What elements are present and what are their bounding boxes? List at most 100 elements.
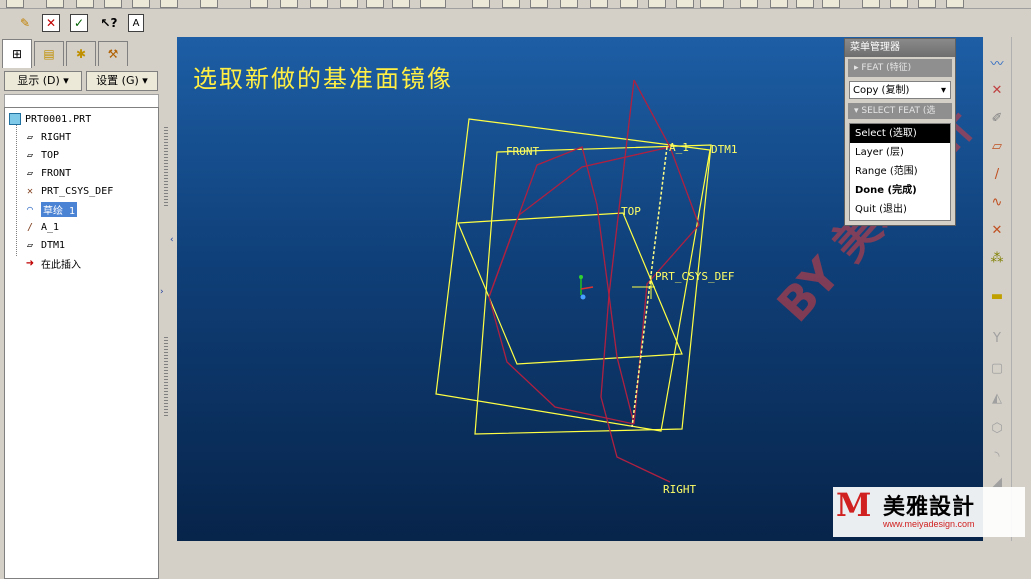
menu-section-feat-label: FEAT (特征) [861,63,912,73]
collapse-arrow-icon[interactable]: › [160,287,164,297]
datum-axis-icon[interactable]: / [986,163,1008,185]
tree-item-label: 在此插入 [41,259,81,271]
tree-item-right[interactable]: ▱ RIGHT [23,128,71,146]
copy-dropdown[interactable]: Copy (复制) ▾ [849,81,951,99]
datum-point-icon[interactable]: ⁂ [986,247,1008,269]
menu-item-layer[interactable]: Layer (层) [850,143,950,162]
toolbar-button[interactable] [392,0,410,8]
toolbar-button[interactable] [472,0,490,8]
toolbar-button[interactable] [132,0,150,8]
settings-menu-label: 设置 (G) [96,74,139,87]
tree-item-front[interactable]: ▱ FRONT [23,164,71,182]
tab-favorites[interactable]: ✱ [66,41,96,66]
sketch-icon[interactable]: ✎ [14,12,36,34]
shell-icon[interactable]: ▢ [986,357,1008,379]
toolbar-button[interactable] [740,0,758,8]
menu-item-quit[interactable]: Quit (退出) [850,200,950,219]
toolbar-button[interactable] [620,0,638,8]
tree-item-label: DTM1 [41,239,66,251]
datum-display-icon[interactable]: 〰 [986,51,1008,73]
tree-item-axis[interactable]: / A_1 [23,218,59,236]
toolbar-button[interactable] [530,0,548,8]
tree-item-label: TOP [41,149,60,161]
toolbar-button[interactable] [918,0,936,8]
text-icon[interactable]: A [128,14,144,32]
plane-icon: ▱ [26,149,34,161]
rib-icon[interactable]: ⬡ [986,417,1008,439]
folder-icon: ▤ [43,47,55,61]
menu-section-feat[interactable]: ▸ FEAT (特征) [848,59,952,77]
site-logo: M 美雅設計 www.meiyadesign.com [833,487,1025,537]
settings-menu[interactable]: 设置 (G) ▾ [86,71,158,91]
connections-icon: ⚒ [107,47,119,61]
mirror-curve[interactable] [488,146,671,298]
toolbar-button[interactable] [366,0,384,8]
tree-item-csys[interactable]: ✕ PRT_CSYS_DEF [23,182,113,200]
menu-item-done[interactable]: Done (完成) [850,181,950,200]
draft-icon[interactable]: ◭ [986,387,1008,409]
logo-text: 美雅設計 [883,495,976,520]
toolbar-button[interactable] [890,0,908,8]
toolbar-button[interactable] [160,0,178,8]
toolbar-button[interactable] [280,0,298,8]
panel-tabs: ⊞ ▤ ✱ ⚒ [0,39,160,68]
folder-icon[interactable]: ▬ [986,285,1008,307]
toolbar-button[interactable] [420,0,446,8]
tab-folder[interactable]: ▤ [34,41,64,66]
toolbar-button[interactable] [648,0,666,8]
tree-filter-bar[interactable] [4,94,159,108]
toolbar-button[interactable] [76,0,94,8]
delete-icon[interactable]: ✕ [42,14,60,32]
toolbar-button[interactable] [340,0,358,8]
toolbar-button[interactable] [862,0,880,8]
toolbar-button[interactable] [822,0,840,8]
toolbar-button[interactable] [200,0,218,8]
menu-item-select[interactable]: Select (选取) [850,124,950,143]
model-tree: PRT0001.PRT ▱ RIGHT ▱ TOP ▱ FRONT ✕ PRT_… [4,107,159,579]
tab-model-tree[interactable]: ⊞ [2,39,32,68]
tree-item-dtm1[interactable]: ▱ DTM1 [23,236,65,254]
datum-csys-icon[interactable]: ✕ [986,219,1008,241]
menu-section-select-feat[interactable]: ▾ SELECT FEAT (选 [848,103,952,119]
logo-url: www.meiyadesign.com [883,519,975,529]
datum-plane-icon[interactable]: ▱ [986,135,1008,157]
toolbar-button[interactable] [770,0,788,8]
sketch-curve[interactable] [488,79,700,425]
part-icon [9,113,21,125]
toolbar-button[interactable] [310,0,328,8]
tree-item-insert-here[interactable]: ➜ 在此插入 [23,254,81,272]
tab-connections[interactable]: ⚒ [98,41,128,66]
label-a1: A_1 [669,141,689,154]
toolbar-button[interactable] [590,0,608,8]
check-icon[interactable]: ✓ [70,14,88,32]
toolbar-button[interactable] [46,0,64,8]
toolbar-button[interactable] [104,0,122,8]
label-csys: PRT_CSYS_DEF [655,270,735,283]
toolbar-button[interactable] [946,0,964,8]
help-icon[interactable]: ↖? [98,12,120,34]
toolbar-button[interactable] [676,0,694,8]
datum-curve-icon[interactable]: ∿ [986,191,1008,213]
toolbar-button[interactable] [700,0,724,8]
tree-item-top[interactable]: ▱ TOP [23,146,59,164]
extrude-icon[interactable]: Y [986,327,1008,349]
csys-display-icon[interactable]: ✕ [986,79,1008,101]
panel-splitter[interactable]: ‹ › [160,37,177,541]
tree-item-part[interactable]: PRT0001.PRT [9,110,91,128]
toolbar-button[interactable] [502,0,520,8]
tree-item-label: RIGHT [41,131,72,143]
sketch-tool-icon[interactable]: ✐ [986,107,1008,129]
toolbar-button[interactable] [250,0,268,8]
round-icon[interactable]: ◝ [986,445,1008,467]
tree-item-sketch[interactable]: ⌒ 草绘 1 [23,200,78,218]
menu-item-range[interactable]: Range (范围) [850,162,950,181]
tree-connector [16,122,17,256]
display-menu[interactable]: 显示 (D) ▾ [4,71,82,91]
toolbar-button[interactable] [560,0,578,8]
collapse-arrow-icon[interactable]: ‹ [170,235,174,245]
display-menu-label: 显示 (D) [17,74,60,87]
toolbar-button[interactable] [796,0,814,8]
plane-icon: ▱ [26,167,34,179]
toolbar-button[interactable] [6,0,24,8]
dropdown-arrow-icon: ▾ [940,85,946,96]
